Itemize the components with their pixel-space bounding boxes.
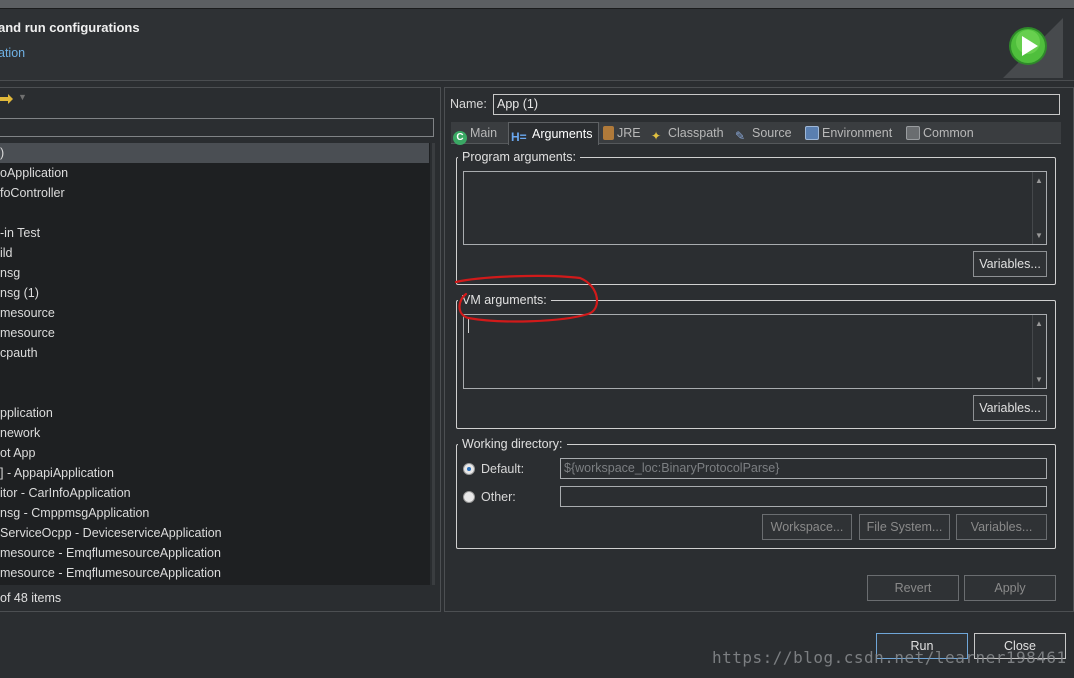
tab-arguments[interactable]: H= Arguments bbox=[508, 122, 599, 145]
program-arguments-label: Program arguments: bbox=[458, 150, 580, 164]
tab-jre[interactable]: JRE bbox=[601, 122, 647, 144]
file-system-button[interactable]: File System... bbox=[859, 514, 950, 540]
vm-arguments-variables-button[interactable]: Variables... bbox=[973, 395, 1047, 421]
common-icon bbox=[906, 126, 920, 140]
dialog-header bbox=[0, 9, 1074, 81]
workspace-button[interactable]: Workspace... bbox=[762, 514, 852, 540]
tree-item[interactable]: ot App bbox=[0, 443, 35, 463]
program-arguments-textarea[interactable]: ▲ ▼ bbox=[463, 171, 1047, 245]
environment-icon bbox=[805, 126, 819, 140]
tab-main[interactable]: C Main bbox=[451, 122, 507, 145]
tree-item[interactable]: ServiceOcpp - DeviceserviceApplication bbox=[0, 523, 222, 543]
apply-button[interactable]: Apply bbox=[964, 575, 1056, 601]
program-arguments-variables-button[interactable]: Variables... bbox=[973, 251, 1047, 277]
default-radio-label: Default: bbox=[481, 462, 525, 476]
chevron-down-icon[interactable]: ▼ bbox=[18, 92, 27, 102]
tree-item[interactable]: pplication bbox=[0, 403, 53, 423]
arguments-icon: H= bbox=[511, 130, 527, 144]
dialog-subtitle: ation bbox=[0, 46, 26, 60]
source-icon: ✎ bbox=[735, 129, 746, 143]
tree-item[interactable]: nsg - CmppmsgApplication bbox=[0, 503, 149, 523]
tree-item[interactable]: itor - CarInfoApplication bbox=[0, 483, 131, 503]
tree-item[interactable]: foController bbox=[0, 183, 65, 203]
tree-item[interactable]: cpauth bbox=[0, 343, 38, 363]
working-directory-variables-button[interactable]: Variables... bbox=[956, 514, 1047, 540]
other-radio[interactable] bbox=[463, 491, 475, 503]
tree-item[interactable]: mesource - EmqflumesourceApplication bbox=[0, 563, 221, 583]
tab-common[interactable]: Common bbox=[904, 122, 984, 144]
tree-item[interactable]: ) bbox=[0, 143, 429, 163]
program-arguments-scrollbar[interactable]: ▲ ▼ bbox=[1032, 172, 1046, 244]
tree-item[interactable]: oApplication bbox=[0, 163, 68, 183]
tree-item[interactable]: nsg (1) bbox=[0, 283, 39, 303]
default-radio[interactable] bbox=[463, 463, 475, 475]
filter-input[interactable] bbox=[0, 118, 434, 137]
main-class-icon: C bbox=[453, 131, 467, 145]
tab-classpath[interactable]: ✦ Classpath bbox=[649, 122, 731, 144]
tree-item[interactable]: ] - AppapiApplication bbox=[0, 463, 114, 483]
tree-item[interactable]: mesource bbox=[0, 323, 55, 343]
name-label: Name: bbox=[450, 97, 487, 111]
tree-item[interactable]: mesource - EmqflumesourceApplication bbox=[0, 543, 221, 563]
run-play-icon bbox=[1003, 18, 1063, 78]
tab-environment[interactable]: Environment bbox=[803, 122, 903, 144]
name-input[interactable]: App (1) bbox=[493, 94, 1060, 115]
working-directory-label: Working directory: bbox=[458, 437, 567, 451]
collapse-filter-icon[interactable] bbox=[0, 93, 14, 105]
default-directory-field: ${workspace_loc:BinaryProtocolParse} bbox=[560, 458, 1047, 479]
vm-arguments-scrollbar[interactable]: ▲ ▼ bbox=[1032, 315, 1046, 388]
other-radio-label: Other: bbox=[481, 490, 516, 504]
configuration-tree[interactable]: ) oApplication foController -in Test ild nsg n… bbox=[0, 143, 430, 585]
tab-source[interactable]: ✎ Source bbox=[733, 122, 801, 144]
classpath-icon: ✦ bbox=[651, 129, 662, 143]
jre-library-icon bbox=[603, 126, 614, 140]
tree-item[interactable]: ild bbox=[0, 243, 13, 263]
revert-button[interactable]: Revert bbox=[867, 575, 959, 601]
item-count-status: of 48 items bbox=[0, 591, 62, 605]
tab-bar: C Main H= Arguments JRE ✦ Classpath ✎ Source… bbox=[451, 122, 1061, 145]
tree-item[interactable]: nsg bbox=[0, 263, 20, 283]
tree-item[interactable]: mesource bbox=[0, 303, 55, 323]
other-directory-field[interactable] bbox=[560, 486, 1047, 507]
tree-item[interactable]: nework bbox=[0, 423, 40, 443]
tree-scrollbar[interactable] bbox=[432, 143, 435, 585]
tree-item[interactable]: -in Test bbox=[0, 223, 40, 243]
dialog-title: and run configurations bbox=[0, 20, 140, 35]
window-top-strip bbox=[0, 0, 1074, 9]
watermark: https://blog.csdn.net/learner198461 bbox=[712, 648, 1067, 667]
red-annotation-circle bbox=[454, 274, 598, 323]
